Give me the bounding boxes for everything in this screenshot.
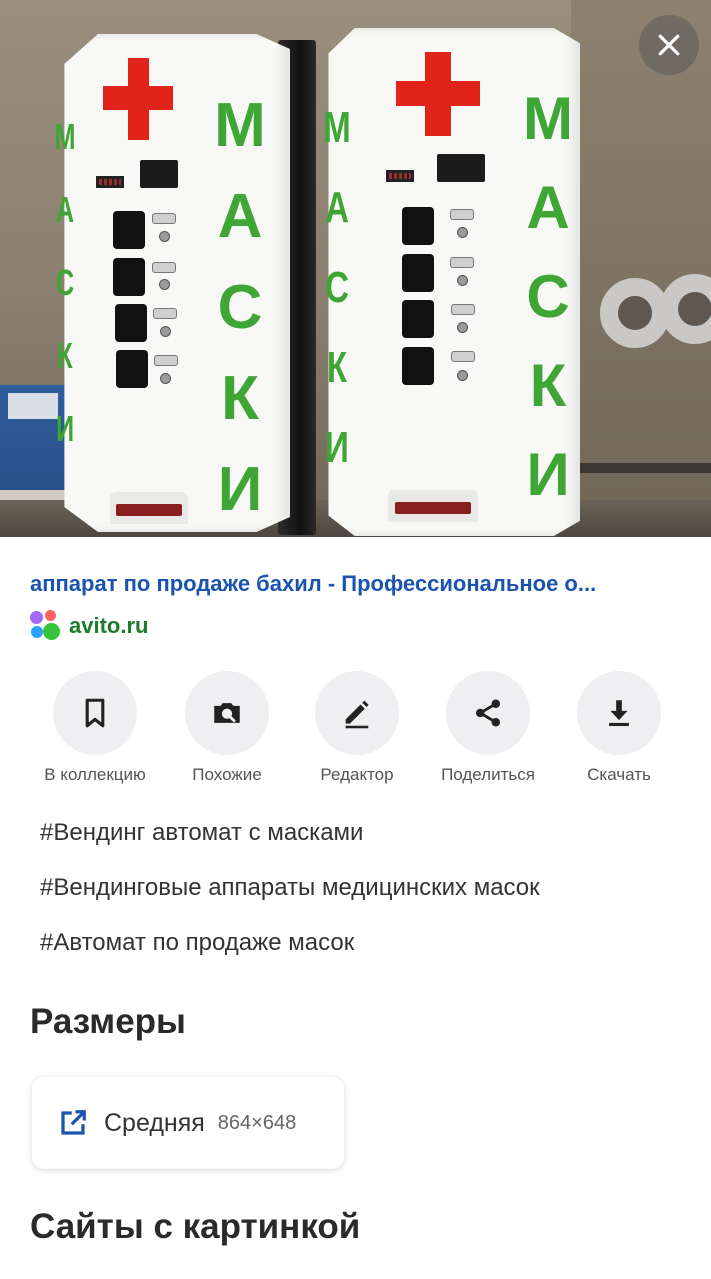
size-dimensions: 864×648 [217,1111,297,1134]
select-button [450,257,474,268]
action-circle [446,671,530,755]
size-option-button[interactable]: Средняя 864×648 [32,1077,344,1169]
select-button [451,351,475,362]
action-circle [315,671,399,755]
similar-images-button[interactable]: Похожие [162,671,292,785]
coin-acceptor [140,160,178,188]
close-icon [658,34,680,56]
coin-acceptor [437,154,485,182]
select-button [153,308,177,319]
select-button [450,209,474,220]
tag-list: #Вендинг автомат с масками #Вендинговые … [40,815,540,980]
product-window [113,211,145,249]
select-button [152,262,176,273]
background-rail [580,463,711,473]
size-label: Средняя [104,1108,205,1137]
return-knob [457,227,468,238]
action-label: Похожие [192,765,262,784]
price-display [96,176,124,188]
bookmark-icon [85,698,105,728]
product-window [116,350,148,388]
share-icon [475,699,501,727]
close-button[interactable] [639,15,699,75]
source-name: avito.ru [69,613,149,638]
product-window [402,300,434,338]
return-knob [457,275,468,286]
select-button [451,304,475,315]
return-knob [160,373,171,384]
return-knob [159,279,170,290]
machine-lettering: МАСКИ [214,91,266,524]
editor-button[interactable]: Редактор [292,671,422,785]
dispense-tray [388,490,478,522]
result-title-link[interactable]: аппарат по продаже бахил - Профессиональ… [30,571,680,597]
image-preview[interactable]: МАСКИ МАСКИ МАСКИ МАСКИ [0,0,711,537]
action-label: Скачать [587,765,651,784]
action-circle [577,671,661,755]
action-circle [53,671,137,755]
download-icon [609,700,629,727]
tag-link[interactable]: #Вендинговые аппараты медицинских масок [40,870,540,925]
camera-search-icon [214,703,240,723]
tag-link[interactable]: #Автомат по продаже масок [40,925,540,980]
sizes-heading: Размеры [30,1002,186,1041]
dispense-tray [110,492,188,524]
product-window [113,258,145,296]
pencil-icon [345,700,369,729]
select-button [154,355,178,366]
sites-heading: Сайты с картинкой [30,1207,361,1246]
add-to-collection-button[interactable]: В коллекцию [30,671,160,785]
tag-link[interactable]: #Вендинг автомат с масками [40,815,540,870]
machine-lettering: МАСКИ [523,85,573,508]
action-label: Поделиться [441,765,535,784]
product-window [402,207,434,245]
action-label: Редактор [320,765,394,784]
avito-logo-icon [30,610,62,642]
action-bar: В коллекцию Похожие Редактор Поделиться … [0,671,711,791]
red-cross-icon [103,58,173,140]
red-cross-icon [396,52,480,136]
product-window [115,304,147,342]
box-label [8,393,58,419]
machine-lettering: МАСКИ [54,116,76,449]
background-wall [571,0,711,537]
machine-lettering: МАСКИ [323,103,351,472]
action-label: В коллекцию [44,765,146,784]
select-button [152,213,176,224]
return-knob [159,231,170,242]
share-button[interactable]: Поделиться [423,671,553,785]
price-display [386,170,414,182]
return-knob [457,370,468,381]
open-external-icon [61,1110,86,1135]
return-knob [457,322,468,333]
source-link[interactable]: avito.ru [30,610,148,642]
return-knob [160,326,171,337]
action-circle [185,671,269,755]
download-button[interactable]: Скачать [554,671,684,785]
product-window [402,254,434,292]
product-window [402,347,434,385]
